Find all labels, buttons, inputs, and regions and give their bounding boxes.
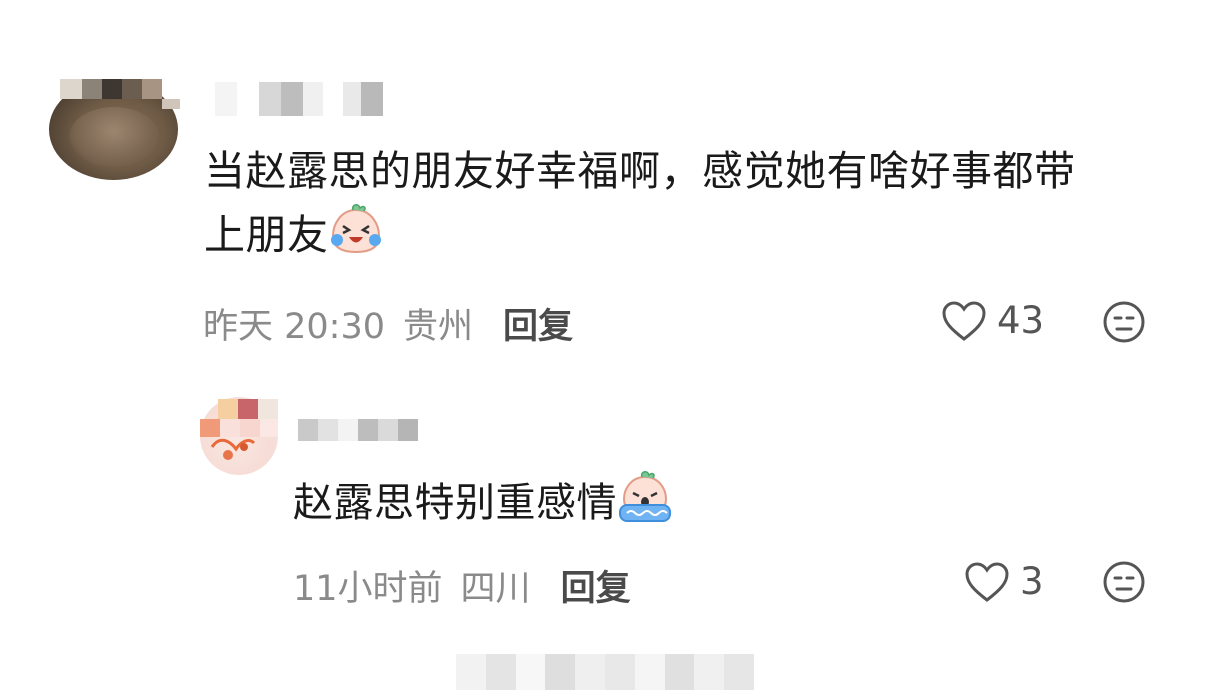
dislike-face-icon[interactable]: [1102, 560, 1146, 604]
username[interactable]: [215, 82, 383, 116]
reply-button[interactable]: 回复: [561, 560, 631, 611]
location: 贵州: [403, 307, 474, 347]
censor-block: [218, 399, 238, 419]
heart-icon: [941, 300, 987, 342]
crying-flood-emoji: [617, 471, 673, 539]
location: 四川: [460, 569, 531, 609]
like-count: 3: [1020, 560, 1044, 603]
censor-block: [162, 99, 180, 109]
censor-block: [260, 419, 278, 437]
censor-block: [142, 79, 162, 99]
censor-block: [258, 399, 278, 419]
comment-meta: 昨天 20:30 贵州 回复: [203, 298, 573, 349]
reply-meta: 11小时前 四川 回复: [293, 560, 631, 611]
heart-icon: [964, 561, 1010, 603]
like-button[interactable]: 43: [941, 299, 1044, 342]
like-count: 43: [997, 299, 1045, 342]
censor-block: [200, 419, 220, 437]
censor-block: [102, 79, 122, 99]
censor-block: [122, 79, 142, 99]
reply-text: 赵露思特别重感情: [293, 471, 673, 539]
dislike-face-icon[interactable]: [1102, 300, 1146, 344]
censor-block: [240, 419, 260, 437]
censor-block: [82, 79, 102, 99]
username[interactable]: [298, 419, 418, 441]
watermark: [456, 654, 754, 690]
timestamp: 11小时前: [293, 569, 443, 609]
like-button[interactable]: 3: [964, 560, 1044, 603]
censor-block: [60, 79, 82, 99]
comment-text: 当赵露思的朋友好幸福啊，感觉她有啥好事都带 上朋友: [204, 139, 1164, 272]
timestamp: 昨天 20:30: [203, 307, 385, 347]
censor-block: [238, 399, 258, 419]
reply-button[interactable]: 回复: [503, 298, 573, 349]
censor-block: [220, 419, 240, 437]
crying-laughing-emoji: [329, 204, 383, 272]
